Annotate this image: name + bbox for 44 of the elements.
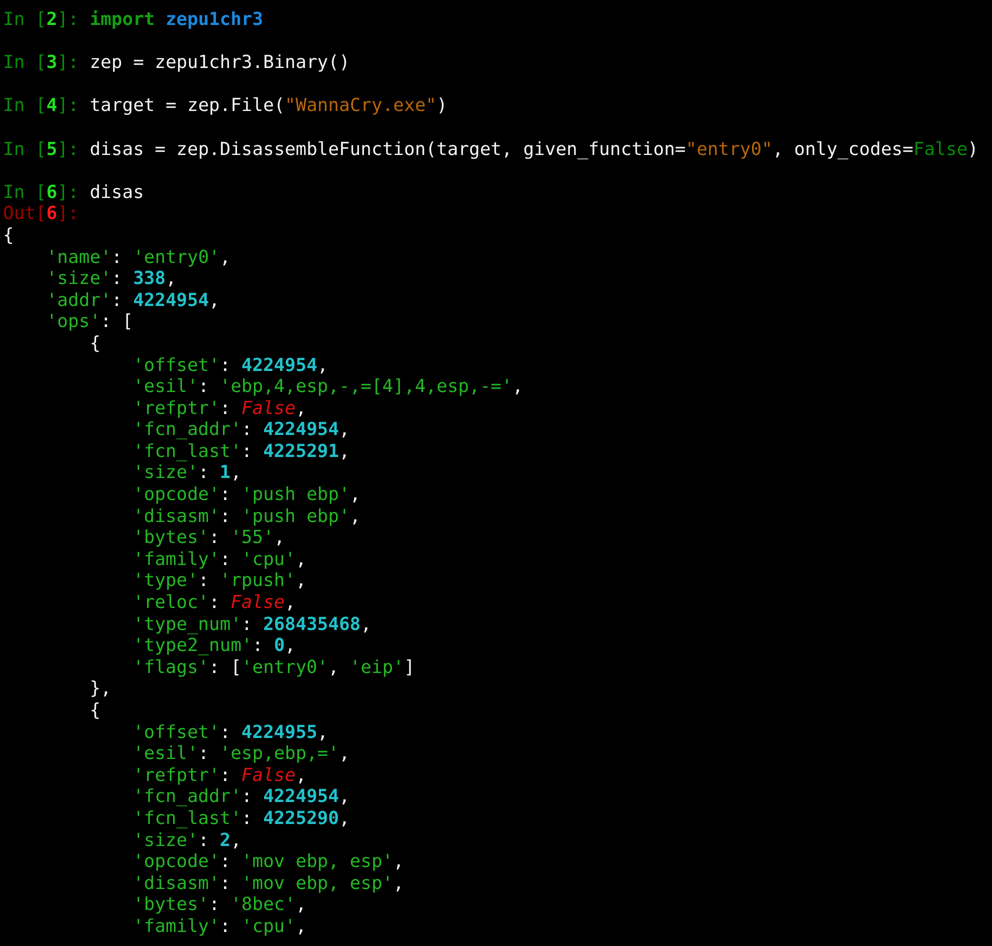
output-line: 'ops': [ (46, 311, 134, 333)
output-line: 'esil': 'ebp,4,esp,-,=[4],4,esp,-=', (133, 376, 524, 398)
output-line: 'size': 1, (133, 462, 242, 484)
output-line: 'name': 'entry0', (46, 246, 231, 268)
output-line: }, (90, 678, 112, 700)
code-line: disas = zep.DisassembleFunction(target, given_function="entry0", only_codes=False) (90, 138, 978, 160)
input-prompt: In [6]: (3, 182, 80, 204)
output-line: 'addr': 4224954, (46, 290, 220, 312)
output-line: 'fcn_last': 4225291, (133, 440, 350, 462)
output-line: 'reloc': False, (133, 592, 296, 614)
output-line: 'family': 'cpu', (133, 548, 306, 570)
output-line: 'opcode': 'mov ebp, esp', (133, 851, 404, 873)
output-line: 'type2_num': 0, (133, 635, 296, 657)
output-line: 'size': 338, (46, 268, 176, 290)
input-prompt: In [2]: (3, 9, 80, 31)
output-line: 'fcn_last': 4225290, (133, 808, 350, 830)
output-line: 'bytes': '55', (133, 527, 285, 549)
output-line: { (90, 332, 101, 354)
output-line: 'size': 2, (133, 830, 242, 852)
output-line: 'bytes': '8bec', (133, 894, 306, 916)
output-line: 'fcn_addr': 4224954, (133, 786, 350, 808)
output-line: 'opcode': 'push ebp', (133, 484, 361, 506)
code-line: target = zep.File("WannaCry.exe") (90, 95, 448, 117)
code-line: zep = zepu1chr3.Binary() (90, 52, 350, 74)
output-line: { (90, 700, 101, 722)
output-line: 'fcn_addr': 4224954, (133, 419, 350, 441)
code-line: import zepu1chr3 (90, 9, 264, 31)
output-line: 'type': 'rpush', (133, 570, 306, 592)
output-line: 'disasm': 'push ebp', (133, 506, 361, 528)
input-prompt: In [5]: (3, 138, 80, 160)
output-line: 'offset': 4224954, (133, 354, 328, 376)
output-line: { (3, 224, 14, 247)
output-line: 'offset': 4224955, (133, 722, 328, 744)
output-line: 'family': 'cpu', (133, 916, 306, 938)
input-prompt: In [3]: (3, 52, 80, 74)
input-prompt: In [4]: (3, 95, 80, 117)
output-line: 'type_num': 268435468, (133, 614, 372, 636)
output-prompt: Out[6]: (3, 203, 79, 225)
output-line: 'refptr': False, (133, 398, 306, 420)
output-line: 'flags': ['entry0', 'eip'] (133, 656, 415, 678)
output-line: 'disasm': 'mov ebp, esp', (133, 872, 404, 894)
code-line: disas (90, 182, 144, 204)
output-line: 'esil': 'esp,ebp,=', (133, 743, 350, 765)
output-line: 'refptr': False, (133, 764, 306, 786)
